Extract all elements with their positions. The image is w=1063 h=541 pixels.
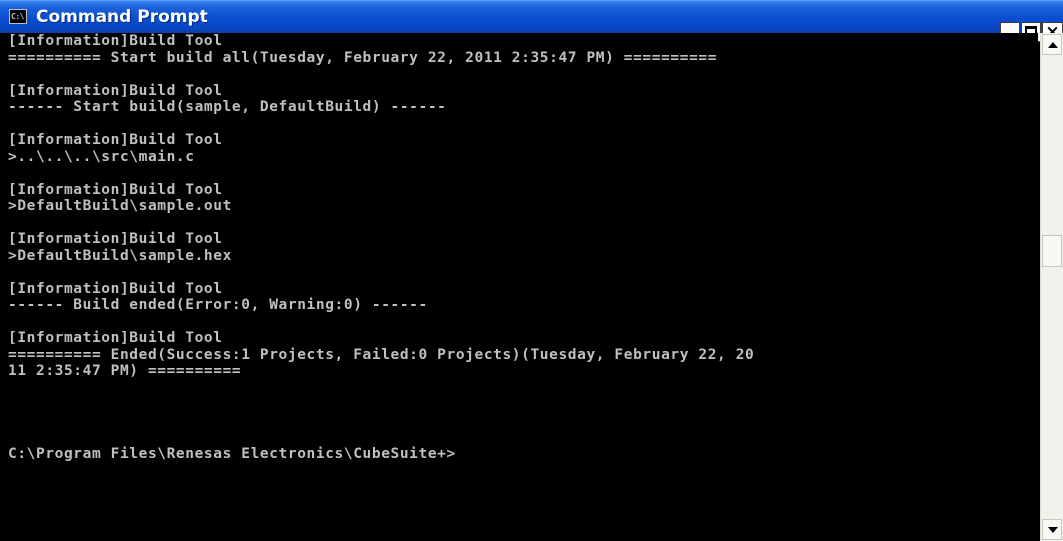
scroll-up-button[interactable]	[1042, 34, 1062, 55]
console-line: [Information]Build Tool	[8, 330, 223, 346]
title-bar[interactable]: C:\ Command Prompt	[0, 0, 1063, 33]
console-line: 11 2:35:47 PM) ==========	[8, 363, 242, 379]
console-line: >..\..\..\src\main.c	[8, 148, 195, 165]
arrow-down-icon	[1048, 527, 1058, 533]
console-line: [Information]Build Tool	[8, 231, 223, 247]
arrow-up-icon	[1048, 42, 1058, 48]
window-title: Command Prompt	[36, 7, 208, 27]
console-line: >DefaultBuild\sample.hex	[8, 247, 232, 264]
console-line: [Information]Build Tool	[8, 132, 223, 148]
scroll-down-button[interactable]	[1042, 519, 1062, 540]
console-line: ------ Build ended(Error:0, Warning:0) -…	[8, 297, 428, 313]
console-line: [Information]Build Tool	[8, 181, 223, 198]
console-line: >DefaultBuild\sample.out	[8, 198, 232, 214]
console-line: ------ Start build(sample, DefaultBuild)…	[8, 99, 447, 115]
console-line: ========== Ended(Success:1 Projects, Fai…	[8, 346, 755, 363]
vertical-scrollbar[interactable]	[1040, 33, 1063, 541]
command-prompt-window: C:\ Command Prompt × [Information]Build …	[0, 0, 1063, 541]
console-line: [Information]Build Tool	[8, 82, 223, 99]
console-output[interactable]: [Information]Build Tool ========== Start …	[8, 33, 1038, 541]
scroll-thumb[interactable]	[1042, 235, 1062, 267]
console-line: [Information]Build Tool	[8, 280, 223, 297]
console-line: C:\Program Files\Renesas Electronics\Cub…	[8, 445, 456, 462]
console-icon[interactable]: C:\	[9, 9, 27, 24]
console-line: ========== Start build all(Tuesday, Febr…	[8, 49, 718, 66]
console-line: [Information]Build Tool	[8, 33, 223, 49]
console-icon-label: C:\	[11, 12, 24, 21]
